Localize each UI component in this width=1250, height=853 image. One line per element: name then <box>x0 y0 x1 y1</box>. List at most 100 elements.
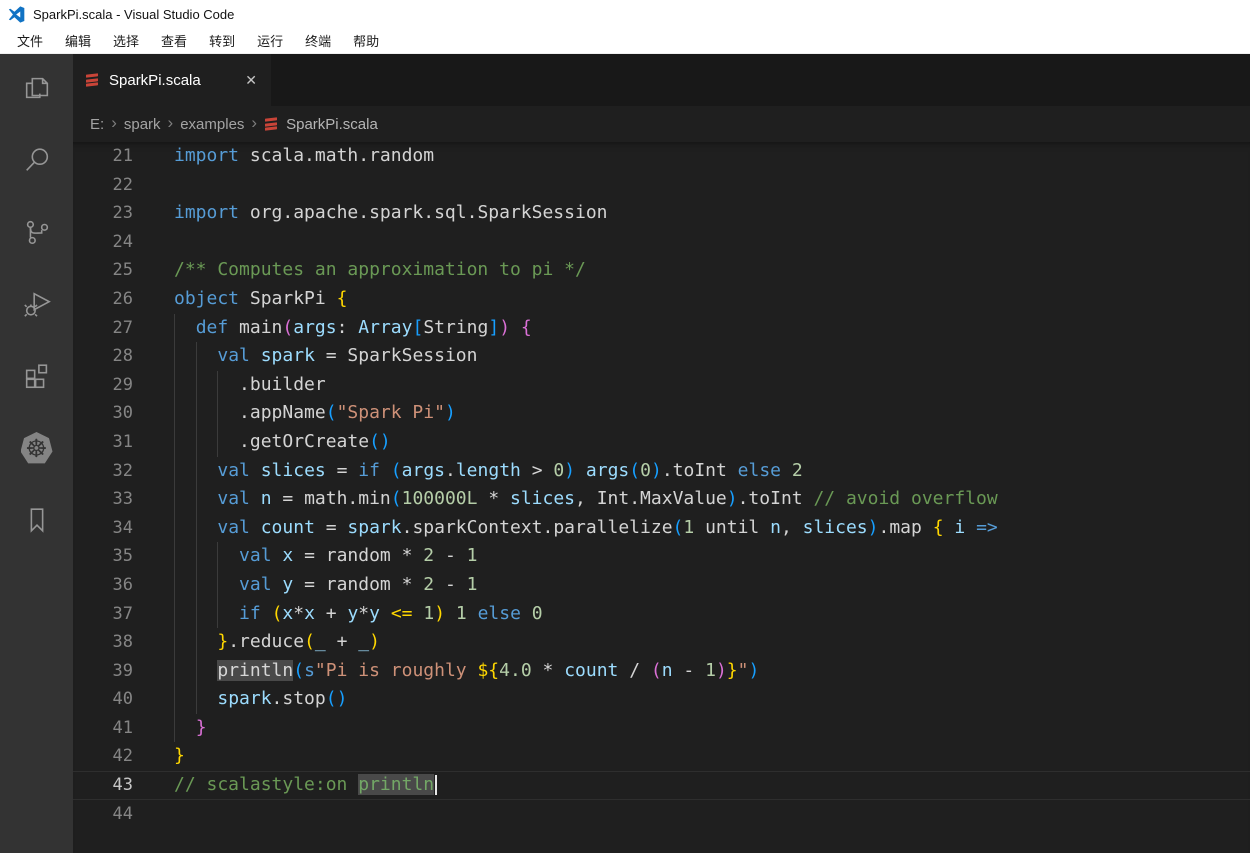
code-line[interactable]: 24 <box>73 228 1250 257</box>
code-line[interactable]: 43 // scalastyle:on println <box>73 771 1250 800</box>
chevron-right-icon: › <box>251 113 257 133</box>
source-control-icon[interactable] <box>21 216 53 248</box>
menu-item-2[interactable]: 选择 <box>102 31 150 50</box>
code-line[interactable]: 28 val spark = SparkSession <box>73 342 1250 371</box>
code-line[interactable]: 22 <box>73 171 1250 200</box>
bookmarks-icon[interactable] <box>21 504 53 536</box>
breadcrumb-item[interactable]: examples <box>180 116 244 133</box>
line-number[interactable]: 42 <box>73 742 133 771</box>
code-line-text: // scalastyle:on println <box>174 771 437 800</box>
code-line[interactable]: 38 }.reduce(_ + _) <box>73 628 1250 657</box>
menu-item-0[interactable]: 文件 <box>6 31 54 50</box>
chevron-right-icon: › <box>111 113 117 133</box>
line-number[interactable]: 37 <box>73 600 133 629</box>
breadcrumb-file[interactable]: SparkPi.scala <box>286 116 378 133</box>
breadcrumb-item[interactable]: E: <box>90 116 104 133</box>
code-line[interactable]: 35 val x = random * 2 - 1 <box>73 542 1250 571</box>
code-line-text: val slices = if (args.length > 0) args(0… <box>174 457 803 486</box>
line-number[interactable]: 34 <box>73 514 133 543</box>
tab-label: SparkPi.scala <box>109 72 201 89</box>
extensions-icon[interactable] <box>21 360 53 392</box>
line-number[interactable]: 30 <box>73 399 133 428</box>
code-line[interactable]: 33 val n = math.min(100000L * slices, In… <box>73 485 1250 514</box>
scala-file-icon <box>264 117 279 132</box>
line-number[interactable]: 44 <box>73 800 133 829</box>
line-number[interactable]: 25 <box>73 256 133 285</box>
code-line[interactable]: 30 .appName("Spark Pi") <box>73 399 1250 428</box>
code-line[interactable]: 39 println(s"Pi is roughly ${4.0 * count… <box>73 657 1250 686</box>
line-number[interactable]: 36 <box>73 571 133 600</box>
line-number[interactable]: 24 <box>73 228 133 257</box>
run-debug-icon[interactable] <box>21 288 53 320</box>
code-line-text: val count = spark.sparkContext.paralleli… <box>174 514 998 543</box>
line-number[interactable]: 38 <box>73 628 133 657</box>
breadcrumb: E: › spark › examples › SparkPi.scala <box>73 106 1250 142</box>
code-line[interactable]: 40 spark.stop() <box>73 685 1250 714</box>
code-line-text: } <box>174 742 185 771</box>
code-line[interactable]: 21import scala.math.random <box>73 142 1250 171</box>
line-number[interactable]: 32 <box>73 457 133 486</box>
activity-bar: ☸ <box>0 54 73 853</box>
line-number[interactable]: 43 <box>73 771 133 800</box>
code-line-text: val n = math.min(100000L * slices, Int.M… <box>174 485 998 514</box>
code-line[interactable]: 37 if (x*x + y*y <= 1) 1 else 0 <box>73 600 1250 629</box>
code-editor[interactable]: 21import scala.math.random2223import org… <box>73 142 1250 853</box>
line-number[interactable]: 35 <box>73 542 133 571</box>
kubernetes-icon[interactable]: ☸ <box>21 432 53 464</box>
code-line-text: object SparkPi { <box>174 285 347 314</box>
explorer-icon[interactable] <box>21 72 53 104</box>
line-number[interactable]: 21 <box>73 142 133 171</box>
code-line-text: def main(args: Array[String]) { <box>174 314 532 343</box>
code-line-text: if (x*x + y*y <= 1) 1 else 0 <box>174 600 543 629</box>
tab-bar: SparkPi.scala ✕ <box>73 54 1250 106</box>
line-number[interactable]: 41 <box>73 714 133 743</box>
code-line[interactable]: 34 val count = spark.sparkContext.parall… <box>73 514 1250 543</box>
window-title: SparkPi.scala - Visual Studio Code <box>33 7 234 22</box>
menu-item-6[interactable]: 终端 <box>294 31 342 50</box>
editor-group: SparkPi.scala ✕ E: › spark › examples › SparkP… <box>73 54 1250 853</box>
code-line-text: .builder <box>174 371 326 400</box>
code-line-text: val spark = SparkSession <box>174 342 477 371</box>
line-number[interactable]: 22 <box>73 171 133 200</box>
line-number[interactable]: 40 <box>73 685 133 714</box>
search-icon[interactable] <box>21 144 53 176</box>
line-number[interactable]: 31 <box>73 428 133 457</box>
code-line-text: /** Computes an approximation to pi */ <box>174 256 586 285</box>
code-line[interactable]: 42} <box>73 742 1250 771</box>
code-line-text: val x = random * 2 - 1 <box>174 542 477 571</box>
code-line[interactable]: 36 val y = random * 2 - 1 <box>73 571 1250 600</box>
title-bar: SparkPi.scala - Visual Studio Code <box>0 0 1250 28</box>
menu-item-4[interactable]: 转到 <box>198 31 246 50</box>
code-line[interactable]: 26 object SparkPi { <box>73 285 1250 314</box>
line-number[interactable]: 29 <box>73 371 133 400</box>
line-number[interactable]: 26 <box>73 285 133 314</box>
code-line[interactable]: 27 def main(args: Array[String]) { <box>73 314 1250 343</box>
breadcrumb-item[interactable]: spark <box>124 116 161 133</box>
vscode-logo-icon <box>8 6 25 23</box>
code-line-text: .getOrCreate() <box>174 428 391 457</box>
line-number[interactable]: 23 <box>73 199 133 228</box>
code-line[interactable]: 41 } <box>73 714 1250 743</box>
code-line[interactable]: 29 .builder <box>73 371 1250 400</box>
tab-close-icon[interactable]: ✕ <box>243 71 259 89</box>
chevron-right-icon: › <box>168 113 174 133</box>
text-cursor <box>435 775 437 795</box>
scala-file-icon <box>85 73 100 88</box>
line-number[interactable]: 39 <box>73 657 133 686</box>
line-number[interactable]: 27 <box>73 314 133 343</box>
code-line[interactable]: 23import org.apache.spark.sql.SparkSessi… <box>73 199 1250 228</box>
menu-item-5[interactable]: 运行 <box>246 31 294 50</box>
tab-sparkpi-scala[interactable]: SparkPi.scala ✕ <box>73 54 271 106</box>
code-line-text: spark.stop() <box>174 685 347 714</box>
code-line[interactable]: 44 <box>73 800 1250 829</box>
line-number[interactable]: 33 <box>73 485 133 514</box>
menu-item-1[interactable]: 编辑 <box>54 31 102 50</box>
code-line[interactable]: 25 /** Computes an approximation to pi */ <box>73 256 1250 285</box>
menu-item-3[interactable]: 查看 <box>150 31 198 50</box>
code-line-text: val y = random * 2 - 1 <box>174 571 477 600</box>
code-line[interactable]: 31 .getOrCreate() <box>73 428 1250 457</box>
menu-bar: 文件编辑选择查看转到运行终端帮助 <box>0 28 1250 54</box>
line-number[interactable]: 28 <box>73 342 133 371</box>
menu-item-7[interactable]: 帮助 <box>342 31 390 50</box>
code-line[interactable]: 32 val slices = if (args.length > 0) arg… <box>73 457 1250 486</box>
